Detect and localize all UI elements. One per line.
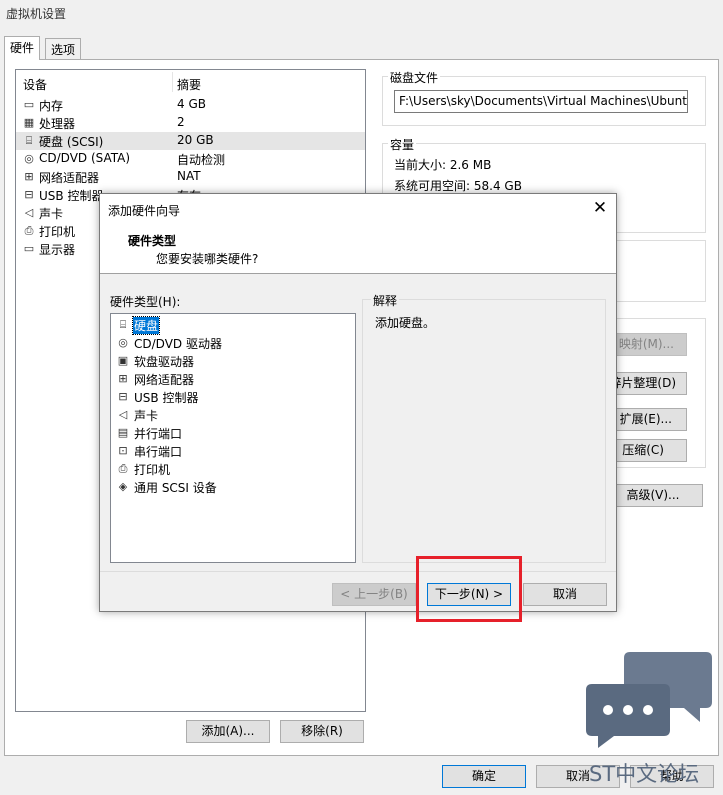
device-name: 显示器 [39, 243, 76, 257]
add-hardware-wizard-dialog: 添加硬件向导 ✕ 硬件类型 您要安装哪类硬件? 硬件类型(H): ⌸ 硬盘 ◎ … [99, 193, 617, 612]
parallel-port-icon: ▤ [117, 426, 129, 439]
close-icon[interactable]: ✕ [590, 198, 610, 218]
device-summary: 2 [177, 115, 185, 129]
back-button[interactable]: < 上一步(B) [332, 583, 416, 606]
device-row-memory[interactable]: ▭ 内存 4 GB [16, 96, 365, 114]
wizard-cancel-button[interactable]: 取消 [523, 583, 607, 606]
device-name: 内存 [39, 99, 64, 113]
add-hardware-button[interactable]: 添加(A)... [186, 720, 270, 743]
list-item-label: 串行端口 [134, 445, 183, 459]
hard-disk-icon: ⌸ [119, 318, 127, 331]
device-row-cd-dvd[interactable]: ◎ CD/DVD (SATA) 自动检测 [16, 150, 365, 168]
capacity-label: 容量 [388, 136, 417, 153]
compact-disk-label: 压缩(C) [622, 443, 664, 457]
list-item-label: 软盘驱动器 [134, 355, 195, 369]
window-title: 虚拟机设置 [6, 7, 67, 21]
list-item-label: 通用 SCSI 设备 [134, 481, 217, 495]
scsi-device-icon: ◈ [118, 480, 128, 493]
list-item-label: USB 控制器 [134, 391, 199, 405]
usb-icon: ⊟ [118, 390, 128, 403]
device-row-network-adapter[interactable]: ⊞ 网络适配器 NAT [16, 168, 365, 186]
hard-disk-icon: ⌸ [25, 134, 33, 147]
remove-hardware-button[interactable]: 移除(R) [280, 720, 364, 743]
disk-file-label: 磁盘文件 [388, 69, 441, 86]
ok-button[interactable]: 确定 [442, 765, 526, 788]
summary-column-header[interactable]: 摘要 [177, 76, 201, 94]
list-item-label: 打印机 [134, 463, 171, 477]
cd-dvd-icon: ◎ [118, 336, 128, 349]
highlight-box [416, 556, 522, 622]
watermark-text: ST中文论坛 [589, 762, 700, 786]
list-item-label: 网络适配器 [134, 373, 195, 387]
map-disk-label: 映射(M)... [618, 337, 674, 351]
wizard-header: 硬件类型 您要安装哪类硬件? [100, 224, 616, 274]
chat-bubble-logo-icon [586, 652, 712, 748]
wizard-title: 添加硬件向导 [108, 204, 181, 218]
device-summary: NAT [177, 169, 201, 183]
hardware-type-label: 硬件类型(H): [110, 295, 181, 309]
explanation-group: 解释 添加硬盘。 [362, 292, 606, 563]
device-name: USB 控制器 [39, 189, 104, 203]
current-size-text: 当前大小: 2.6 MB [394, 158, 492, 172]
tab-hardware[interactable]: 硬件 [4, 36, 41, 60]
sound-card-icon: ◁ [24, 206, 34, 219]
advanced-button[interactable]: 高级(V)... [603, 484, 703, 507]
wizard-subheading: 您要安装哪类硬件? [156, 252, 259, 266]
disk-file-path-field[interactable]: F:\Users\sky\Documents\Virtual Machines\… [394, 90, 688, 113]
floppy-icon: ▣ [117, 354, 129, 367]
list-item-label: 硬盘 [131, 316, 161, 335]
device-row-processor[interactable]: ▦ 处理器 2 [16, 114, 365, 132]
cpu-icon: ▦ [23, 116, 35, 129]
wizard-heading: 硬件类型 [128, 234, 177, 248]
device-summary: 自动检测 [177, 153, 226, 167]
device-name: 处理器 [39, 117, 76, 131]
free-space-text: 系统可用空间: 58.4 GB [394, 179, 522, 193]
device-row-hard-disk[interactable]: ⌸ 硬盘 (SCSI) 20 GB [16, 132, 365, 150]
explanation-text: 添加硬盘。 [375, 316, 436, 330]
list-item-label: 并行端口 [134, 427, 183, 441]
device-column-header[interactable]: 设备 [23, 76, 47, 94]
tab-options[interactable]: 选项 [45, 38, 82, 59]
wizard-footer: < 上一步(B) 下一步(N) > 取消 [100, 571, 616, 611]
device-summary: 4 GB [177, 97, 206, 111]
cd-dvd-icon: ◎ [24, 152, 34, 165]
network-adapter-icon: ⊞ [24, 170, 34, 183]
device-name: 硬盘 (SCSI) [39, 135, 104, 149]
device-name: 打印机 [39, 225, 76, 239]
usb-icon: ⊟ [24, 188, 34, 201]
expand-disk-label: 扩展(E)... [619, 412, 672, 426]
printer-icon: ⎙ [24, 224, 34, 237]
serial-port-icon: ⊡ [118, 444, 128, 457]
display-icon: ▭ [23, 242, 35, 255]
network-adapter-icon: ⊞ [118, 372, 128, 385]
column-divider [172, 72, 173, 92]
defragment-label: 碎片整理(D) [609, 376, 676, 390]
list-item-label: CD/DVD 驱动器 [134, 337, 222, 351]
sound-card-icon: ◁ [118, 408, 128, 421]
device-summary: 20 GB [177, 133, 214, 147]
printer-icon: ⎙ [118, 462, 128, 475]
wizard-title-bar: 添加硬件向导 ✕ [100, 194, 616, 224]
explanation-label: 解释 [371, 292, 400, 309]
device-name: 声卡 [39, 207, 64, 221]
device-name: 网络适配器 [39, 171, 100, 185]
list-item-label: 声卡 [134, 409, 159, 423]
device-name: CD/DVD (SATA) [39, 151, 131, 165]
hardware-type-list[interactable]: ⌸ 硬盘 ◎ CD/DVD 驱动器 ▣ 软盘驱动器 ⊞ 网络适配器 ⊟ USB … [110, 313, 356, 563]
memory-icon: ▭ [23, 98, 35, 111]
